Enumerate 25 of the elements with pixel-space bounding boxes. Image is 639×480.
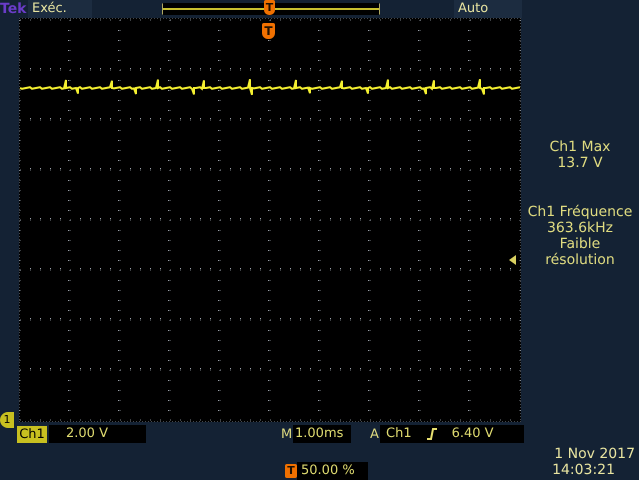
trigger-mode: Auto bbox=[454, 0, 522, 18]
measurement-text: Ch1 Max bbox=[550, 139, 610, 155]
measurement-text: Faible bbox=[560, 236, 600, 252]
trigger-level: 6.40 V bbox=[452, 425, 494, 443]
measurement-text: 13.7 V bbox=[557, 155, 603, 171]
rising-edge-icon bbox=[426, 428, 438, 440]
channel-marker: 1 bbox=[0, 412, 14, 428]
timebase-value: 1.00ms bbox=[293, 425, 351, 443]
measurement-text: résolution bbox=[545, 252, 615, 268]
trigger-position-icon: T bbox=[285, 464, 297, 478]
channel-label: Ch1 bbox=[17, 426, 47, 442]
time-text: 14:03:21 bbox=[552, 462, 615, 478]
trigger-position-value: 50.00 % bbox=[297, 462, 368, 480]
trigger-source: Ch1 bbox=[386, 425, 412, 443]
record-trigger-marker: T bbox=[264, 0, 275, 15]
measurement-text: Ch1 Fréquence bbox=[528, 204, 632, 220]
date-text: 1 Nov 2017 bbox=[554, 446, 635, 462]
trigger-position-marker: T bbox=[262, 23, 275, 39]
run-state: Exéc. bbox=[28, 0, 92, 18]
trigger-prefix: A bbox=[370, 426, 380, 442]
vertical-scale: 2.00 V bbox=[49, 425, 146, 443]
timebase-prefix: M bbox=[281, 426, 293, 442]
measurement-text: 363.6kHz bbox=[546, 220, 614, 236]
brand-label: Tek bbox=[0, 1, 28, 17]
trigger-level-arrow-icon bbox=[509, 254, 519, 266]
